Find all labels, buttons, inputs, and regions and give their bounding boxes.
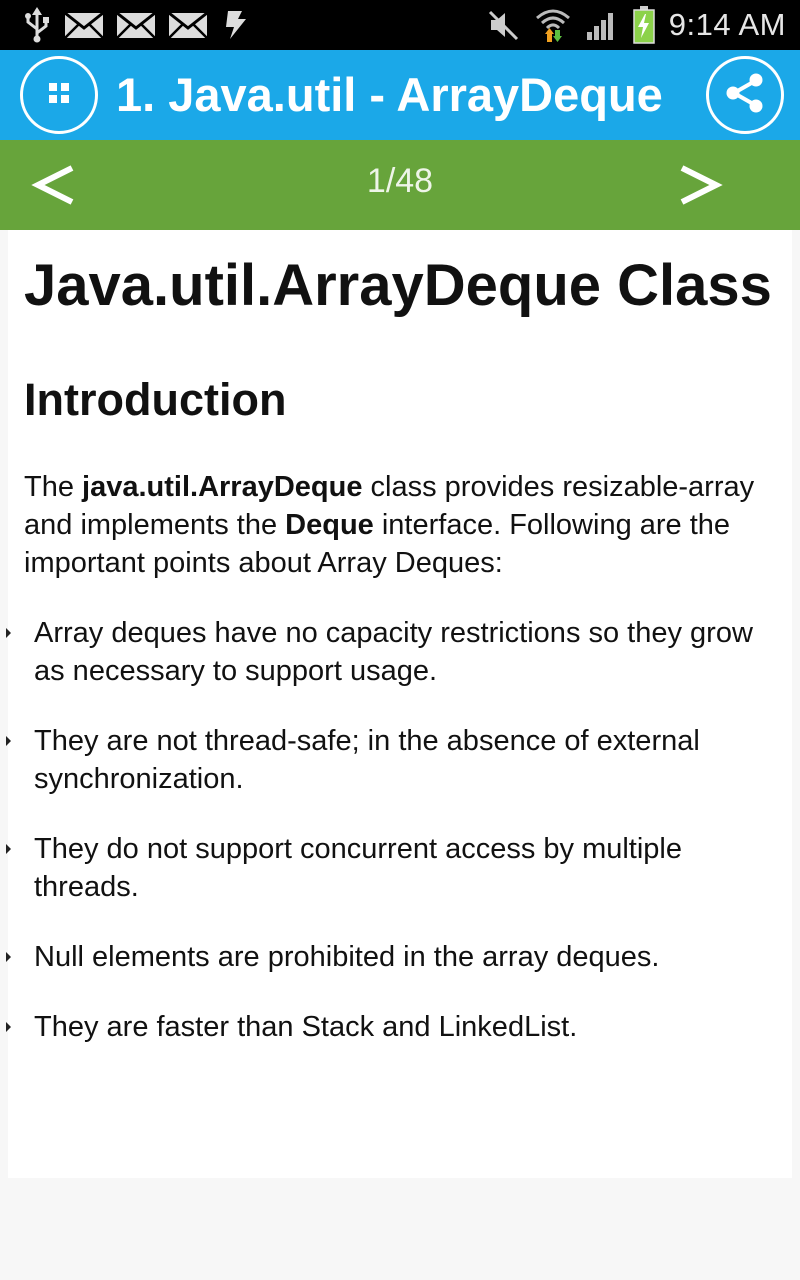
sync-icon xyxy=(220,7,252,43)
bullet-icon xyxy=(6,844,11,854)
bullet-icon xyxy=(6,952,11,962)
list-item-text: Array deques have no capacity restrictio… xyxy=(34,617,753,687)
status-bar: 9:14 AM xyxy=(0,0,800,50)
signal-icon xyxy=(585,8,619,42)
usb-icon xyxy=(22,7,52,43)
share-button[interactable] xyxy=(706,56,784,134)
next-page-button[interactable] xyxy=(674,160,724,210)
intro-bold-class: java.util.ArrayDeque xyxy=(82,471,363,503)
list-item: They are faster than Stack and LinkedLis… xyxy=(6,1008,776,1046)
app-title-bar: 1. Java.util - ArrayDeque xyxy=(0,50,800,140)
list-item-text: Null elements are prohibited in the arra… xyxy=(34,941,660,973)
article-content: Java.util.ArrayDeque Class Introduction … xyxy=(6,230,792,1178)
mail-icon xyxy=(64,10,104,40)
wifi-icon xyxy=(535,6,571,44)
article-title: Java.util.ArrayDeque Class xyxy=(24,253,772,318)
clock: 9:14 AM xyxy=(668,7,786,42)
page-title: 1. Java.util - ArrayDeque xyxy=(116,68,663,121)
intro-paragraph: The java.util.ArrayDeque class provides … xyxy=(24,468,776,582)
pager-bar: 1/48 xyxy=(0,140,800,230)
list-item-text: They do not support concurrent access by… xyxy=(34,833,682,903)
mail-icon xyxy=(116,10,156,40)
intro-text: The xyxy=(24,471,83,503)
notification-icons xyxy=(22,7,252,43)
system-icons: 9:14 AM xyxy=(487,0,786,50)
share-icon xyxy=(723,71,767,120)
section-heading: Introduction xyxy=(24,374,287,425)
list-item-text: They are faster than Stack and LinkedLis… xyxy=(34,1011,578,1043)
mail-icon xyxy=(168,10,208,40)
battery-icon xyxy=(633,6,655,44)
list-item: They are not thread-safe; in the absence… xyxy=(6,722,776,798)
list-item-text: They are not thread-safe; in the absence… xyxy=(34,725,700,795)
mute-icon xyxy=(487,8,521,42)
points-list: Array deques have no capacity restrictio… xyxy=(6,614,776,1046)
list-item: Null elements are prohibited in the arra… xyxy=(6,938,776,976)
bullet-icon xyxy=(6,736,11,746)
list-item: They do not support concurrent access by… xyxy=(6,830,776,906)
bullet-icon xyxy=(6,628,11,638)
bullet-icon xyxy=(6,1022,11,1032)
chevron-right-icon xyxy=(674,165,724,214)
intro-bold-interface: Deque xyxy=(285,509,374,541)
grid-menu-icon xyxy=(47,81,71,110)
list-item: Array deques have no capacity restrictio… xyxy=(6,614,776,690)
menu-button[interactable] xyxy=(20,56,98,134)
